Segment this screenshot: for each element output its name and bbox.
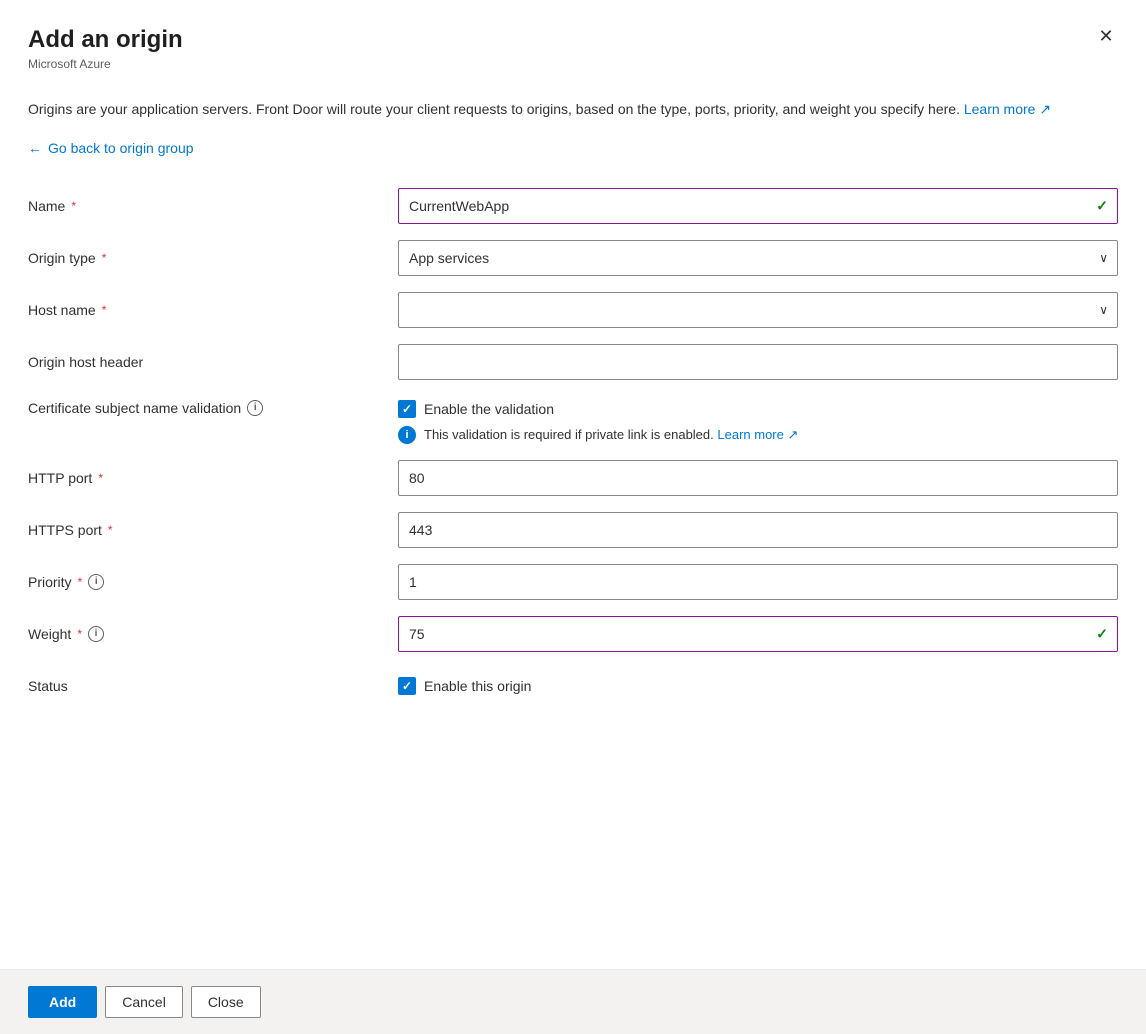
name-input[interactable] bbox=[398, 188, 1118, 224]
panel-header: Add an origin Microsoft Azure ✕ bbox=[0, 0, 1146, 83]
cancel-button[interactable]: Cancel bbox=[105, 986, 183, 1018]
cert-checkbox-row: ✓ Enable the validation bbox=[398, 400, 1118, 418]
status-row: Status ✓ Enable this origin bbox=[28, 660, 1118, 712]
add-origin-panel: Add an origin Microsoft Azure ✕ Origins … bbox=[0, 0, 1146, 1034]
cert-check-icon: ✓ bbox=[402, 403, 412, 415]
priority-input[interactable] bbox=[398, 564, 1118, 600]
host-name-label: Host name * bbox=[28, 302, 398, 318]
weight-input-wrapper: ✓ bbox=[398, 616, 1118, 652]
go-back-link[interactable]: ← Go back to origin group bbox=[28, 140, 194, 156]
cert-learn-more-link[interactable]: Learn more ↗ bbox=[717, 427, 798, 442]
https-port-control bbox=[398, 512, 1118, 548]
description-text: Origins are your application servers. Fr… bbox=[28, 99, 1118, 120]
https-port-label: HTTPS port * bbox=[28, 522, 398, 538]
external-link-icon: ↗ bbox=[1039, 101, 1051, 117]
origin-host-header-control bbox=[398, 344, 1118, 380]
weight-input[interactable] bbox=[398, 616, 1118, 652]
weight-control: ✓ bbox=[398, 616, 1118, 652]
learn-more-link-description[interactable]: Learn more ↗ bbox=[964, 101, 1051, 117]
status-enable-label: Enable this origin bbox=[424, 678, 531, 694]
origin-type-select-wrapper: App services Storage Cloud service Custo… bbox=[398, 240, 1118, 276]
cert-info-text: This validation is required if private l… bbox=[424, 427, 798, 443]
name-valid-icon: ✓ bbox=[1096, 198, 1108, 215]
go-back-label: Go back to origin group bbox=[48, 140, 194, 156]
weight-row: Weight * i ✓ bbox=[28, 608, 1118, 660]
name-control: ✓ bbox=[398, 188, 1118, 224]
add-button[interactable]: Add bbox=[28, 986, 97, 1018]
cert-validation-control: ✓ Enable the validation i This validatio… bbox=[398, 400, 1118, 444]
panel-content: Origins are your application servers. Fr… bbox=[0, 83, 1146, 969]
name-input-wrapper: ✓ bbox=[398, 188, 1118, 224]
origin-type-control: App services Storage Cloud service Custo… bbox=[398, 240, 1118, 276]
name-label: Name * bbox=[28, 198, 398, 214]
origin-host-header-input[interactable] bbox=[398, 344, 1118, 380]
status-checkbox-row: ✓ Enable this origin bbox=[398, 677, 1118, 695]
origin-type-select[interactable]: App services Storage Cloud service Custo… bbox=[398, 240, 1118, 276]
https-port-input[interactable] bbox=[398, 512, 1118, 548]
form-section: Name * ✓ Origin type * bbox=[28, 180, 1118, 712]
origin-host-header-label: Origin host header bbox=[28, 354, 398, 370]
weight-required: * bbox=[77, 627, 82, 641]
name-row: Name * ✓ bbox=[28, 180, 1118, 232]
cert-validation-info: i This validation is required if private… bbox=[398, 426, 1118, 444]
origin-type-required: * bbox=[102, 251, 107, 265]
https-port-required: * bbox=[108, 523, 113, 537]
priority-row: Priority * i bbox=[28, 556, 1118, 608]
close-icon: ✕ bbox=[1098, 26, 1113, 47]
status-enable-checkbox[interactable]: ✓ bbox=[398, 677, 416, 695]
origin-host-header-row: Origin host header bbox=[28, 336, 1118, 388]
back-arrow-icon: ← bbox=[28, 140, 42, 156]
origin-type-row: Origin type * App services Storage Cloud… bbox=[28, 232, 1118, 284]
cert-info-icon[interactable]: i bbox=[247, 400, 263, 416]
cert-validation-label: Certificate subject name validation i bbox=[28, 400, 398, 416]
cert-enable-label: Enable the validation bbox=[424, 401, 554, 417]
status-label: Status bbox=[28, 678, 398, 694]
status-check-icon: ✓ bbox=[402, 680, 412, 692]
https-port-row: HTTPS port * bbox=[28, 504, 1118, 556]
cert-external-icon: ↗ bbox=[788, 427, 799, 442]
priority-info-icon[interactable]: i bbox=[88, 574, 104, 590]
panel-subtitle: Microsoft Azure bbox=[28, 57, 1118, 71]
panel-title: Add an origin bbox=[28, 24, 1118, 55]
close-button[interactable]: Close bbox=[191, 986, 261, 1018]
status-control: ✓ Enable this origin bbox=[398, 677, 1118, 695]
weight-valid-icon: ✓ bbox=[1096, 626, 1108, 643]
priority-control bbox=[398, 564, 1118, 600]
priority-required: * bbox=[78, 575, 83, 589]
http-port-required: * bbox=[98, 471, 103, 485]
weight-label: Weight * i bbox=[28, 626, 398, 642]
http-port-label: HTTP port * bbox=[28, 470, 398, 486]
priority-label: Priority * i bbox=[28, 574, 398, 590]
host-name-control: ∨ bbox=[398, 292, 1118, 328]
panel-footer: Add Cancel Close bbox=[0, 969, 1146, 1034]
host-name-row: Host name * ∨ bbox=[28, 284, 1118, 336]
host-name-required: * bbox=[102, 303, 107, 317]
origin-type-label: Origin type * bbox=[28, 250, 398, 266]
name-required: * bbox=[71, 199, 76, 213]
cert-enable-checkbox[interactable]: ✓ bbox=[398, 400, 416, 418]
cert-info-circle: i bbox=[398, 426, 416, 444]
close-icon-button[interactable]: ✕ bbox=[1090, 20, 1122, 52]
http-port-row: HTTP port * bbox=[28, 452, 1118, 504]
http-port-input[interactable] bbox=[398, 460, 1118, 496]
host-name-select[interactable] bbox=[398, 292, 1118, 328]
weight-info-icon[interactable]: i bbox=[88, 626, 104, 642]
host-name-select-wrapper: ∨ bbox=[398, 292, 1118, 328]
cert-validation-row: Certificate subject name validation i ✓ … bbox=[28, 388, 1118, 452]
http-port-control bbox=[398, 460, 1118, 496]
